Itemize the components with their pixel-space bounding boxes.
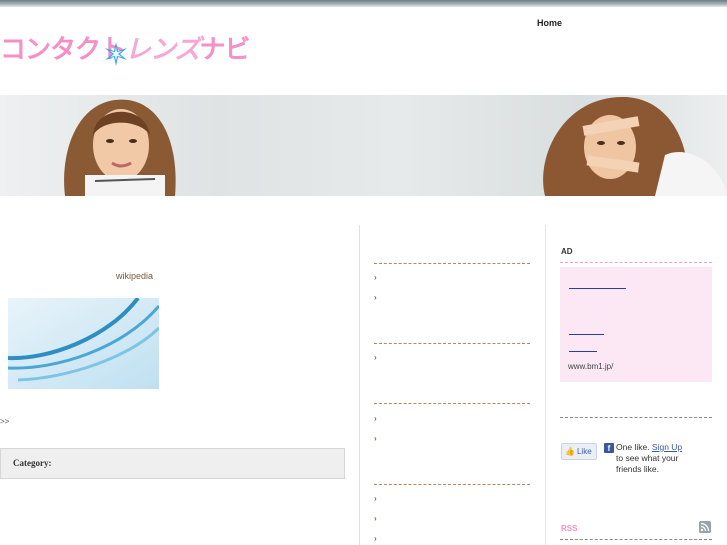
thumbs-up-icon: 👍	[565, 447, 575, 456]
sparkle-icon	[105, 42, 127, 66]
list-item-bullet-icon[interactable]: ›	[374, 353, 377, 362]
ad-title: AD	[561, 247, 573, 256]
top-border-bar	[0, 0, 727, 7]
wikipedia-link[interactable]: wikipedia	[116, 271, 153, 281]
section-divider	[560, 417, 712, 418]
more-link[interactable]: >>	[0, 417, 9, 426]
list-item-bullet-icon[interactable]: ›	[374, 514, 377, 523]
list-item-bullet-icon[interactable]: ›	[374, 534, 377, 543]
rss-icon[interactable]	[699, 521, 711, 533]
column-divider-right	[545, 225, 546, 545]
banner-photo-right	[543, 96, 727, 196]
section-divider	[374, 484, 530, 485]
contact-lens-image	[8, 298, 159, 389]
list-item-bullet-icon[interactable]: ›	[374, 494, 377, 503]
facebook-signup-link[interactable]: Sign Up	[652, 442, 682, 452]
list-item-bullet-icon[interactable]: ›	[374, 414, 377, 423]
like-button-label: Like	[576, 447, 592, 456]
category-label: Category:	[13, 458, 52, 468]
ad-box: www.bm1.jp/	[560, 267, 712, 382]
ad-link[interactable]	[569, 334, 604, 335]
facebook-like-text: One like. Sign Up to see what your frien…	[616, 442, 683, 474]
category-box: Category:	[0, 448, 345, 479]
section-divider	[374, 263, 530, 264]
column-divider-left	[359, 225, 360, 545]
list-item-bullet-icon[interactable]: ›	[374, 434, 377, 443]
section-divider	[374, 343, 530, 344]
facebook-icon: f	[604, 443, 614, 453]
nav-home-link[interactable]: Home	[537, 18, 562, 28]
ad-divider	[560, 262, 712, 263]
site-logo[interactable]: コンタクトレンズナビ	[0, 30, 251, 70]
facebook-like-button[interactable]: 👍 Like	[561, 443, 597, 460]
ad-url-link[interactable]: www.bm1.jp/	[568, 362, 613, 371]
list-item-bullet-icon[interactable]: ›	[374, 293, 377, 302]
header-banner	[0, 95, 727, 196]
section-divider	[560, 539, 712, 540]
list-item-bullet-icon[interactable]: ›	[374, 273, 377, 282]
section-divider	[374, 403, 530, 404]
ad-link[interactable]	[569, 351, 597, 352]
rss-label: RSS	[561, 524, 578, 533]
banner-photo-left	[64, 99, 176, 196]
ad-link[interactable]	[569, 288, 626, 289]
